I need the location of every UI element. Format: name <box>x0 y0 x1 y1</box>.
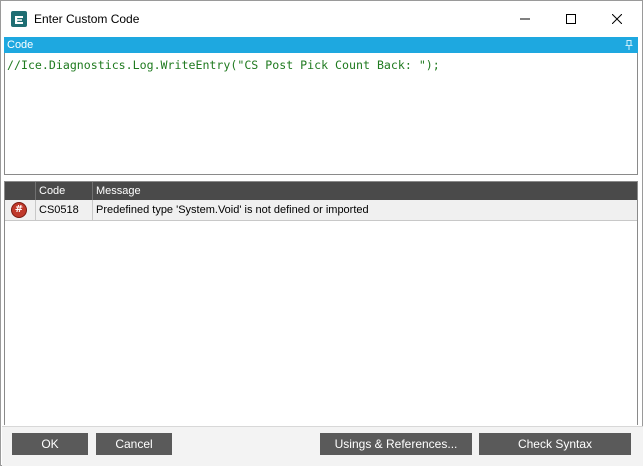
usings-references-button[interactable]: Usings & References... <box>320 433 472 455</box>
title-bar[interactable]: Enter Custom Code <box>1 1 642 36</box>
maximize-icon <box>566 13 576 24</box>
cancel-button[interactable]: Cancel <box>96 433 172 455</box>
column-header-code[interactable]: Code <box>35 182 92 200</box>
code-line: //Ice.Diagnostics.Log.WriteEntry("CS Pos… <box>7 58 440 72</box>
row-icon-cell: # <box>5 200 35 221</box>
column-header-message[interactable]: Message <box>92 182 637 200</box>
check-syntax-button[interactable]: Check Syntax <box>479 433 631 455</box>
error-code: CS0518 <box>35 200 92 221</box>
epicor-e-icon <box>11 11 27 27</box>
window-title: Enter Custom Code <box>34 12 140 26</box>
close-button[interactable] <box>594 1 640 36</box>
minimize-button[interactable] <box>502 1 548 36</box>
minimize-icon <box>520 18 530 19</box>
column-header-icon[interactable] <box>5 182 35 200</box>
code-panel-title: Code <box>7 39 34 51</box>
button-bar: OK Cancel Usings & References... Check S… <box>2 426 643 466</box>
error-message: Predefined type 'System.Void' is not def… <box>92 200 637 221</box>
table-row[interactable]: # CS0518 Predefined type 'System.Void' i… <box>5 200 637 221</box>
error-hash-icon: # <box>11 202 27 218</box>
pin-icon[interactable] <box>625 40 633 50</box>
grid-header: Code Message <box>5 182 637 200</box>
code-panel-header: Code <box>4 37 638 53</box>
maximize-button[interactable] <box>548 1 594 36</box>
custom-code-dialog: Enter Custom Code Code //Ice.Diagnostics… <box>0 0 643 466</box>
code-editor[interactable]: //Ice.Diagnostics.Log.WriteEntry("CS Pos… <box>4 53 638 175</box>
errors-grid[interactable]: Code Message # CS0518 Predefined type 'S… <box>4 181 638 425</box>
ok-button[interactable]: OK <box>12 433 88 455</box>
close-icon <box>612 13 622 24</box>
